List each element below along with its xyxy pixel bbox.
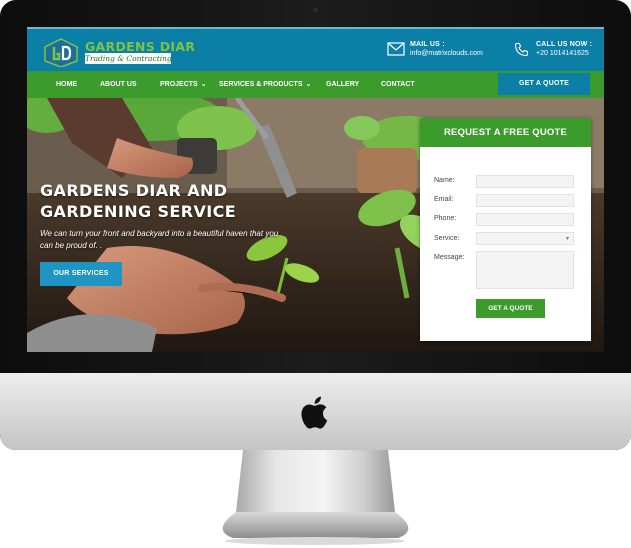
imac-stand [222, 450, 409, 545]
nav-gallery[interactable]: GALLERY [326, 71, 359, 98]
hero-section: GARDENS DIAR AND GARDENING SERVICE We ca… [27, 98, 604, 352]
nav-contact-label: CONTACT [381, 81, 415, 88]
mail-label: MAIL US : [410, 41, 445, 48]
chevron-down-icon: ▾ [565, 236, 569, 242]
our-services-button[interactable]: OUR SERVICES [40, 262, 122, 286]
phone-field[interactable] [476, 213, 574, 226]
email-label: Email: [434, 196, 454, 203]
site-header: GARDENS DIAR Trading & Contracting MAIL … [27, 27, 604, 71]
message-field[interactable] [476, 251, 574, 289]
main-nav: HOME ABOUT US PROJECTS ⌄ SERVICES & PRODU… [27, 71, 604, 98]
envelope-icon [387, 42, 405, 56]
nav-home-label: HOME [56, 81, 77, 88]
service-label: Service: [434, 235, 460, 242]
nav-gallery-label: GALLERY [326, 81, 360, 88]
email-field[interactable] [476, 194, 574, 207]
mail-value[interactable]: info@matrixclouds.com [410, 50, 483, 57]
name-label: Name: [434, 177, 455, 184]
phone-label: Phone: [434, 215, 457, 222]
chevron-down-icon: ⌄ [305, 81, 312, 88]
nav-services-products[interactable]: SERVICES & PRODUCTS ⌄ [219, 71, 311, 98]
name-field[interactable] [476, 175, 574, 188]
nav-contact[interactable]: CONTACT [381, 71, 415, 98]
chevron-down-icon: ⌄ [200, 81, 207, 88]
quote-form-heading: REQUEST A FREE QUOTE [420, 118, 591, 147]
nav-projects[interactable]: PROJECTS ⌄ [160, 71, 207, 98]
message-label: Message: [434, 254, 465, 261]
phone-icon [514, 42, 529, 57]
call-contact: CALL US NOW : +20 1014141625 [536, 41, 592, 57]
hero-subtitle: We can turn your front and backyard into… [40, 229, 279, 250]
nav-projects-label: PROJECTS [160, 81, 198, 88]
service-select[interactable]: ▾ [476, 232, 574, 245]
apple-logo-icon [301, 396, 328, 429]
camera-icon [313, 7, 318, 12]
call-value[interactable]: +20 1014141625 [536, 50, 592, 57]
nav-services-label: SERVICES & PRODUCTS [219, 81, 303, 88]
logo-title: GARDENS DIAR [85, 39, 196, 54]
mail-contact: MAIL US : info@matrixclouds.com [410, 41, 483, 57]
logo-subtitle: Trading & Contracting [85, 53, 172, 64]
nav-home[interactable]: HOME [56, 71, 77, 98]
nav-about-label: ABOUT US [100, 81, 137, 88]
get-quote-button[interactable]: GET A QUOTE [498, 73, 590, 95]
form-submit-button[interactable]: GET A QUOTE [476, 299, 545, 318]
call-label: CALL US NOW : [536, 41, 593, 48]
nav-about-us[interactable]: ABOUT US [100, 71, 137, 98]
hero-title: GARDENS DIAR AND GARDENING SERVICE [40, 181, 237, 221]
gardens-diar-logo-icon [44, 38, 78, 67]
website-screen: GARDENS DIAR Trading & Contracting MAIL … [27, 27, 604, 352]
site-logo[interactable]: GARDENS DIAR Trading & Contracting [41, 37, 195, 67]
quote-form: REQUEST A FREE QUOTE Name: Email: Phone:… [420, 118, 591, 341]
